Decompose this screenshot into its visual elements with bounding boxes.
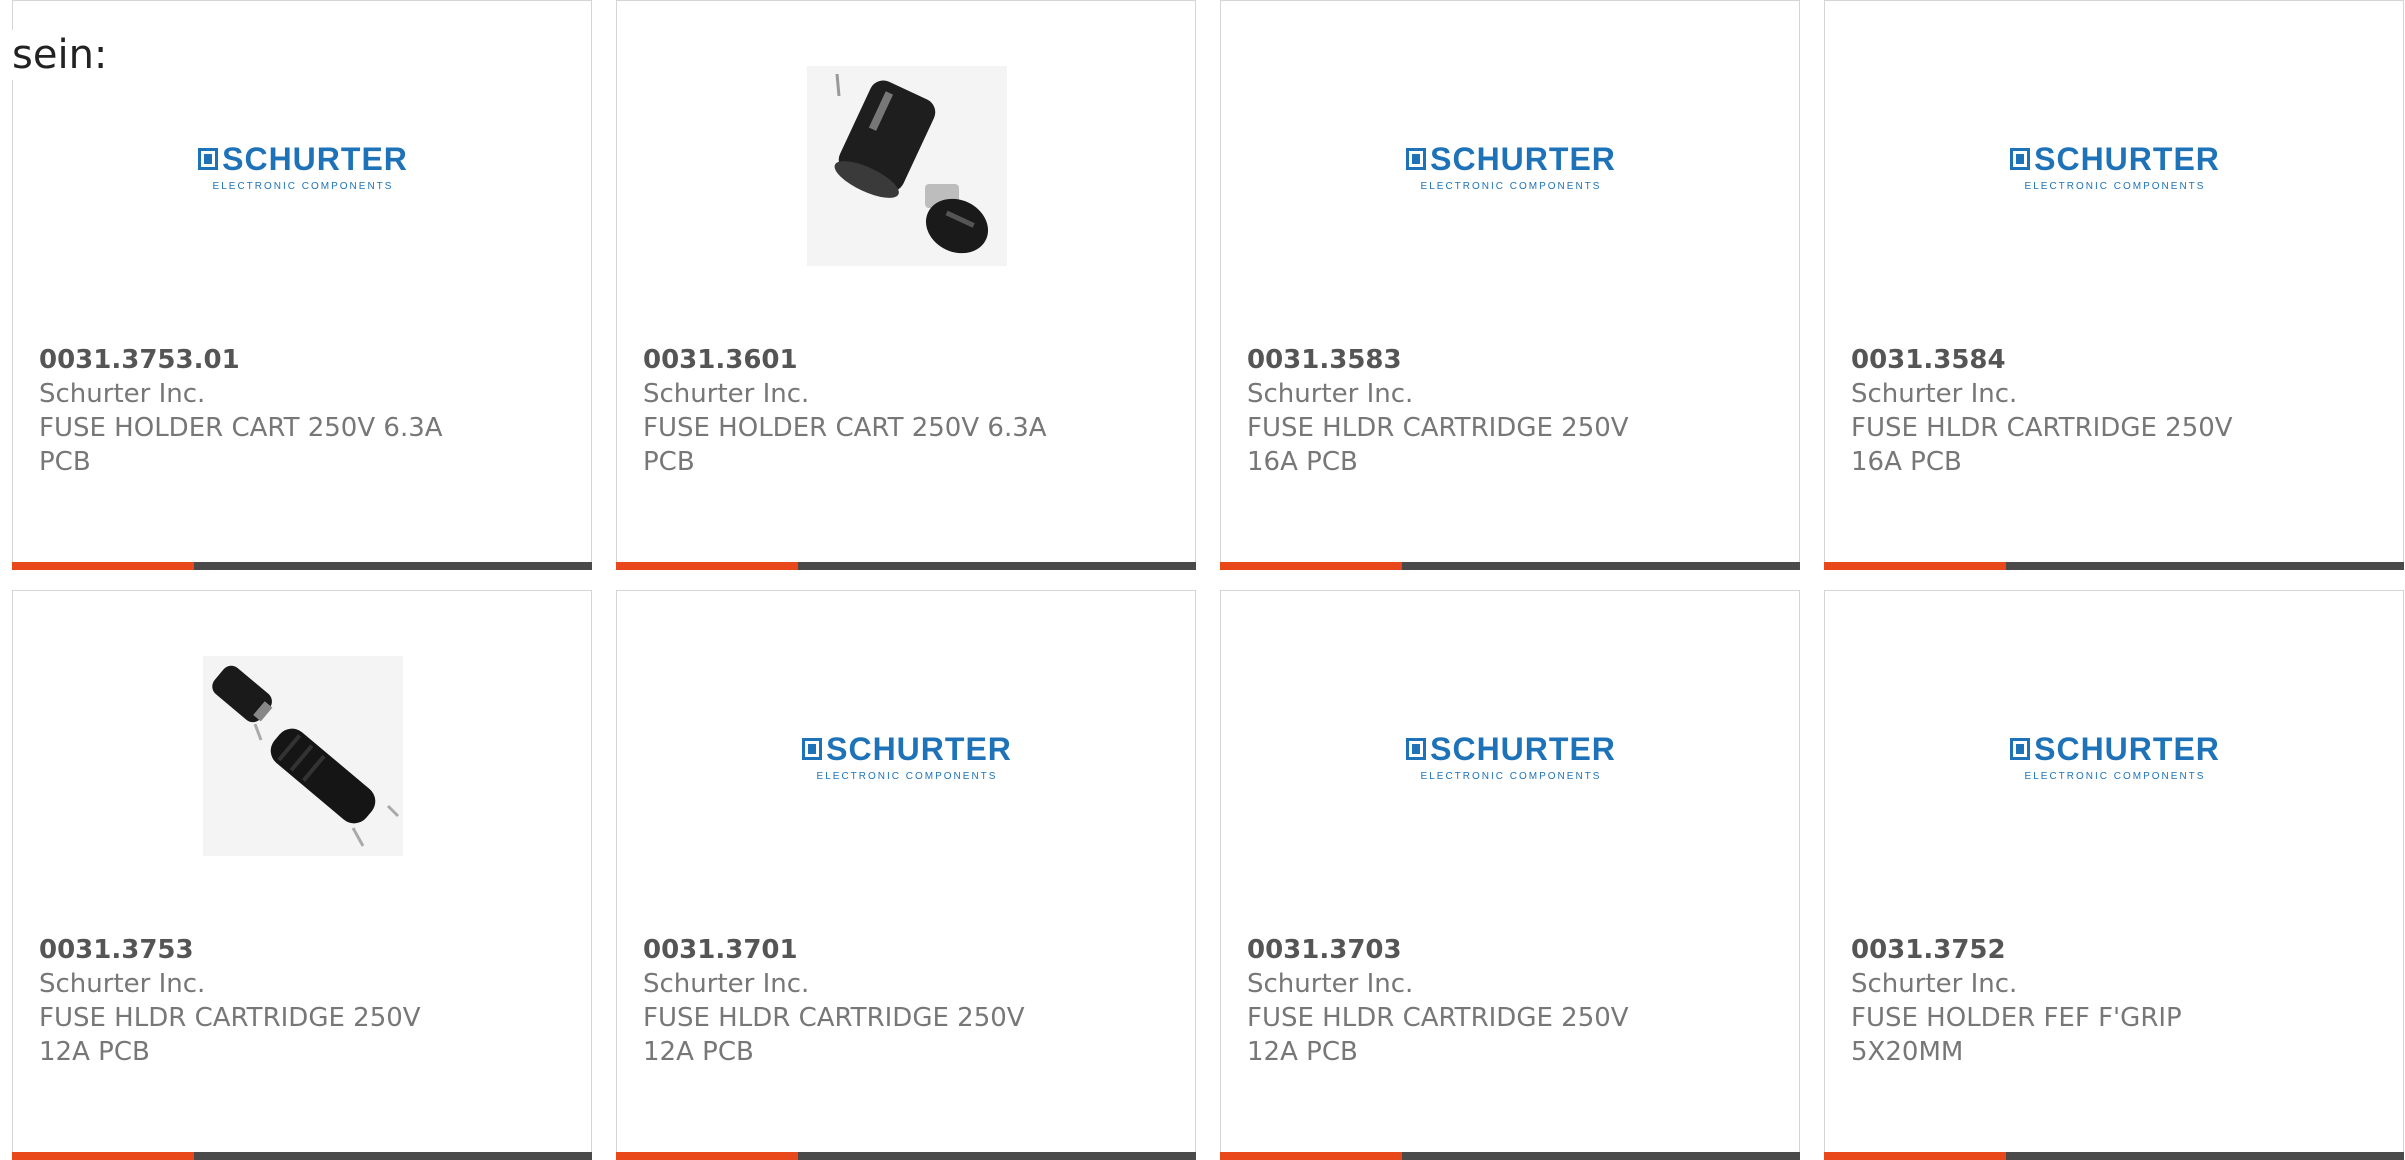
description: FUSE HLDR CARTRIDGE 250V 16A PCB: [1247, 413, 1629, 477]
manufacturer: Schurter Inc.: [1851, 969, 2018, 999]
schurter-logo-mark-icon: [1406, 738, 1427, 760]
logo-name: SCHURTER: [826, 730, 1012, 767]
fuse-holder-pcb-photo-icon: [203, 656, 403, 856]
logo-name: SCHURTER: [2034, 730, 2220, 767]
product-card[interactable]: 0031.3753 Schurter Inc. FUSE HLDR CARTRI…: [12, 590, 592, 1160]
card-accent-bar: [12, 562, 194, 570]
product-card[interactable]: 0031.3601 Schurter Inc. FUSE HOLDER CART…: [616, 0, 1196, 570]
logo-tagline: ELECTRONIC COMPONENTS: [212, 180, 394, 192]
part-number-link[interactable]: 0031.3703: [1247, 933, 1667, 967]
product-image[interactable]: SCHURTER ELECTRONIC COMPONENTS: [1221, 631, 1801, 881]
manufacturer: Schurter Inc.: [1247, 379, 1414, 409]
logo-tagline: ELECTRONIC COMPONENTS: [816, 770, 998, 782]
description: FUSE HOLDER CART 250V 6.3A PCB: [643, 413, 1047, 477]
manufacturer: Schurter Inc.: [643, 969, 810, 999]
card-accent-bar: [1220, 562, 1402, 570]
logo-tagline: ELECTRONIC COMPONENTS: [1420, 180, 1602, 192]
manufacturer: Schurter Inc.: [39, 379, 206, 409]
logo-tagline: ELECTRONIC COMPONENTS: [2024, 770, 2206, 782]
card-bottom-bar: [12, 562, 592, 570]
product-card[interactable]: SCHURTER ELECTRONIC COMPONENTS 0031.3752…: [1824, 590, 2404, 1160]
product-card[interactable]: SCHURTER ELECTRONIC COMPONENTS 0031.3703…: [1220, 590, 1800, 1160]
schurter-logo-mark-icon: [2010, 738, 2031, 760]
product-image[interactable]: SCHURTER ELECTRONIC COMPONENTS: [617, 631, 1197, 881]
card-bottom-bar: [1220, 562, 1800, 570]
manufacturer: Schurter Inc.: [39, 969, 206, 999]
card-accent-bar: [12, 1152, 194, 1160]
product-image[interactable]: [13, 631, 593, 881]
part-number-link[interactable]: 0031.3583: [1247, 343, 1667, 377]
card-accent-bar: [616, 562, 798, 570]
card-bottom-bar: [616, 1152, 1196, 1160]
description: FUSE HLDR CARTRIDGE 250V 12A PCB: [643, 1003, 1025, 1067]
schurter-logo-mark-icon: [1406, 148, 1427, 170]
manufacturer: Schurter Inc.: [643, 379, 810, 409]
description: FUSE HOLDER CART 250V 6.3A PCB: [39, 413, 443, 477]
part-number-link[interactable]: 0031.3752: [1851, 933, 2271, 967]
schurter-logo: SCHURTER ELECTRONIC COMPONENTS: [802, 731, 1012, 782]
product-image[interactable]: SCHURTER ELECTRONIC COMPONENTS: [1221, 41, 1801, 291]
product-card[interactable]: SCHURTER ELECTRONIC COMPONENTS 0031.3753…: [12, 0, 592, 570]
card-bottom-bar: [1220, 1152, 1800, 1160]
product-image[interactable]: [617, 41, 1197, 291]
intro-text: sein:: [12, 30, 108, 80]
schurter-logo-mark-icon: [198, 148, 219, 170]
description: FUSE HLDR CARTRIDGE 250V 12A PCB: [39, 1003, 421, 1067]
schurter-logo: SCHURTER ELECTRONIC COMPONENTS: [2010, 141, 2220, 192]
schurter-logo-mark-icon: [802, 738, 823, 760]
product-image[interactable]: SCHURTER ELECTRONIC COMPONENTS: [1825, 631, 2405, 881]
schurter-logo-mark-icon: [2010, 148, 2031, 170]
manufacturer: Schurter Inc.: [1851, 379, 2018, 409]
logo-tagline: ELECTRONIC COMPONENTS: [2024, 180, 2206, 192]
fuse-holder-photo-icon: [807, 66, 1007, 266]
part-number-link[interactable]: 0031.3753: [39, 933, 459, 967]
logo-name: SCHURTER: [1430, 140, 1616, 177]
schurter-logo: SCHURTER ELECTRONIC COMPONENTS: [198, 141, 408, 192]
card-accent-bar: [1220, 1152, 1402, 1160]
logo-name: SCHURTER: [2034, 140, 2220, 177]
logo-name: SCHURTER: [222, 140, 408, 177]
card-accent-bar: [1824, 562, 2006, 570]
part-number-link[interactable]: 0031.3601: [643, 343, 1063, 377]
schurter-logo: SCHURTER ELECTRONIC COMPONENTS: [2010, 731, 2220, 782]
product-card[interactable]: SCHURTER ELECTRONIC COMPONENTS 0031.3584…: [1824, 0, 2404, 570]
product-card[interactable]: SCHURTER ELECTRONIC COMPONENTS 0031.3701…: [616, 590, 1196, 1160]
card-bottom-bar: [1824, 1152, 2404, 1160]
card-accent-bar: [1824, 1152, 2006, 1160]
part-number-link[interactable]: 0031.3584: [1851, 343, 2271, 377]
schurter-logo: SCHURTER ELECTRONIC COMPONENTS: [1406, 731, 1616, 782]
manufacturer: Schurter Inc.: [1247, 969, 1414, 999]
card-bottom-bar: [12, 1152, 592, 1160]
product-card[interactable]: SCHURTER ELECTRONIC COMPONENTS 0031.3583…: [1220, 0, 1800, 570]
part-number-link[interactable]: 0031.3701: [643, 933, 1063, 967]
schurter-logo: SCHURTER ELECTRONIC COMPONENTS: [1406, 141, 1616, 192]
logo-name: SCHURTER: [1430, 730, 1616, 767]
description: FUSE HOLDER FEF F'GRIP 5X20MM: [1851, 1003, 2182, 1067]
card-bottom-bar: [616, 562, 1196, 570]
part-number-link[interactable]: 0031.3753.01: [39, 343, 459, 377]
product-grid: SCHURTER ELECTRONIC COMPONENTS 0031.3753…: [12, 0, 2405, 1160]
card-accent-bar: [616, 1152, 798, 1160]
description: FUSE HLDR CARTRIDGE 250V 12A PCB: [1247, 1003, 1629, 1067]
logo-tagline: ELECTRONIC COMPONENTS: [1420, 770, 1602, 782]
card-bottom-bar: [1824, 562, 2404, 570]
description: FUSE HLDR CARTRIDGE 250V 16A PCB: [1851, 413, 2233, 477]
product-image[interactable]: SCHURTER ELECTRONIC COMPONENTS: [1825, 41, 2405, 291]
